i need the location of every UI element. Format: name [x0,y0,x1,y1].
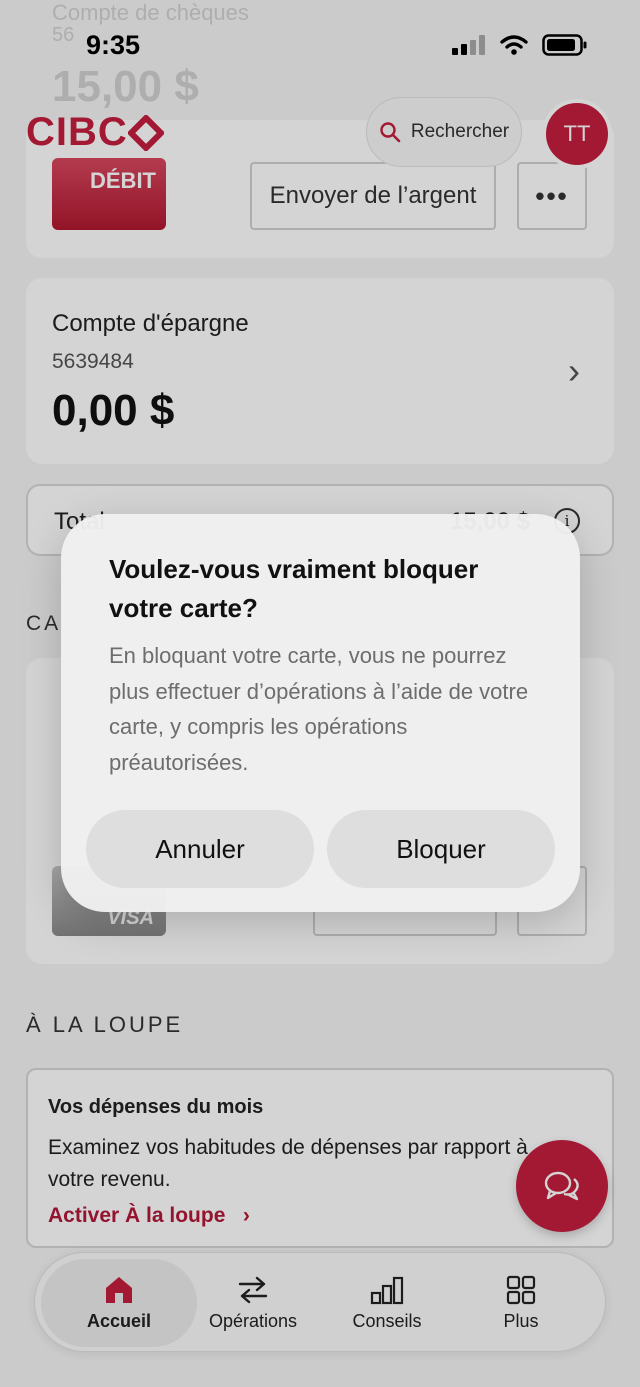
block-card-dialog: Voulez-vous vraiment bloquer votre carte… [61,514,580,912]
dialog-title: Voulez-vous vraiment bloquer votre carte… [109,554,479,623]
block-card-button[interactable]: Bloquer [327,810,555,888]
dialog-message: En bloquant votre carte, vous ne pourrez… [109,643,529,775]
cancel-button[interactable]: Annuler [86,810,314,888]
